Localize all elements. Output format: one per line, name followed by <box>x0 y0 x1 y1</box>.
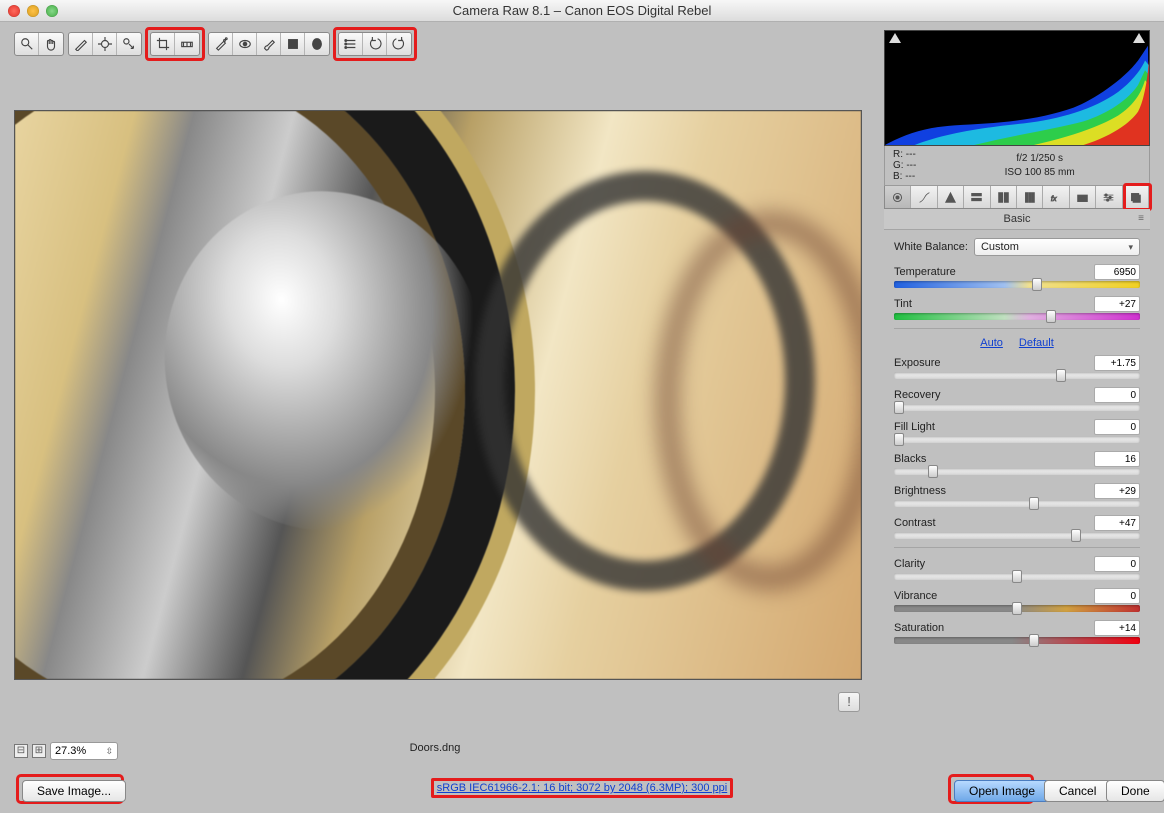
exposure-slider[interactable]: Exposure <box>894 355 1140 379</box>
titlebar: Camera Raw 8.1 – Canon EOS Digital Rebel <box>0 0 1164 22</box>
tab-camera-calibration[interactable] <box>1070 186 1096 208</box>
graduated-filter-tool[interactable] <box>281 33 305 55</box>
rotate-ccw-tool[interactable] <box>363 33 387 55</box>
exif-info: R: ---G: ---B: --- f/2 1/250 sISO 100 85… <box>884 146 1150 186</box>
blacks-input[interactable] <box>1094 451 1140 467</box>
tab-lens-corrections[interactable] <box>1017 186 1043 208</box>
zoom-tool[interactable] <box>15 33 39 55</box>
radial-filter-tool[interactable] <box>305 33 329 55</box>
tab-presets[interactable] <box>1096 186 1122 208</box>
histogram[interactable] <box>884 30 1150 146</box>
tab-snapshots[interactable] <box>1123 186 1149 208</box>
auto-link[interactable]: Auto <box>980 337 1003 349</box>
contrast-input[interactable] <box>1094 515 1140 531</box>
crop-tool[interactable] <box>151 33 175 55</box>
temperature-input[interactable] <box>1094 264 1140 280</box>
saturation-slider[interactable]: Saturation <box>894 620 1140 644</box>
tab-basic[interactable] <box>885 186 911 208</box>
filllight-input[interactable] <box>1094 419 1140 435</box>
brightness-input[interactable] <box>1094 483 1140 499</box>
white-balance-label: White Balance: <box>894 241 968 253</box>
color-sampler-tool[interactable] <box>93 33 117 55</box>
cancel-button[interactable]: Cancel <box>1044 780 1111 802</box>
targeted-adjustment-tool[interactable] <box>117 33 141 55</box>
save-image-button[interactable]: Save Image... <box>22 780 126 802</box>
saturation-input[interactable] <box>1094 620 1140 636</box>
white-balance-select[interactable]: Custom <box>974 238 1140 256</box>
contrast-slider[interactable]: Contrast <box>894 515 1140 539</box>
vibrance-input[interactable] <box>1094 588 1140 604</box>
brightness-slider[interactable]: Brightness <box>894 483 1140 507</box>
window-title: Camera Raw 8.1 – Canon EOS Digital Rebel <box>0 3 1164 18</box>
blacks-slider[interactable]: Blacks <box>894 451 1140 475</box>
image-preview[interactable] <box>14 110 862 680</box>
tab-split-toning[interactable] <box>991 186 1017 208</box>
adjustment-brush-tool[interactable] <box>257 33 281 55</box>
tab-tone-curve[interactable] <box>911 186 937 208</box>
default-link[interactable]: Default <box>1019 337 1054 349</box>
tint-slider[interactable]: Tint <box>894 296 1140 320</box>
warning-icon[interactable]: ! <box>838 692 860 712</box>
preferences-tool[interactable] <box>339 33 363 55</box>
rotate-cw-tool[interactable] <box>387 33 411 55</box>
svg-text:fx: fx <box>1050 193 1056 202</box>
panel-title: Basic <box>884 209 1150 230</box>
recovery-input[interactable] <box>1094 387 1140 403</box>
straighten-tool[interactable] <box>175 33 199 55</box>
done-button[interactable]: Done <box>1106 780 1164 802</box>
tab-hsl[interactable] <box>964 186 990 208</box>
right-panel: R: ---G: ---B: --- f/2 1/250 sISO 100 85… <box>884 30 1150 652</box>
filllight-slider[interactable]: Fill Light <box>894 419 1140 443</box>
filename-label: Doors.dng <box>0 742 870 754</box>
clarity-input[interactable] <box>1094 556 1140 572</box>
tab-detail[interactable] <box>938 186 964 208</box>
hand-tool[interactable] <box>39 33 63 55</box>
open-image-button[interactable]: Open Image <box>954 780 1050 802</box>
red-eye-tool[interactable] <box>233 33 257 55</box>
panel-tabs: fx <box>884 186 1150 209</box>
recovery-slider[interactable]: Recovery <box>894 387 1140 411</box>
temperature-slider[interactable]: Temperature <box>894 264 1140 288</box>
vibrance-slider[interactable]: Vibrance <box>894 588 1140 612</box>
tint-input[interactable] <box>1094 296 1140 312</box>
exposure-input[interactable] <box>1094 355 1140 371</box>
clarity-slider[interactable]: Clarity <box>894 556 1140 580</box>
white-balance-tool[interactable] <box>69 33 93 55</box>
spot-removal-tool[interactable] <box>209 33 233 55</box>
tab-effects[interactable]: fx <box>1043 186 1069 208</box>
